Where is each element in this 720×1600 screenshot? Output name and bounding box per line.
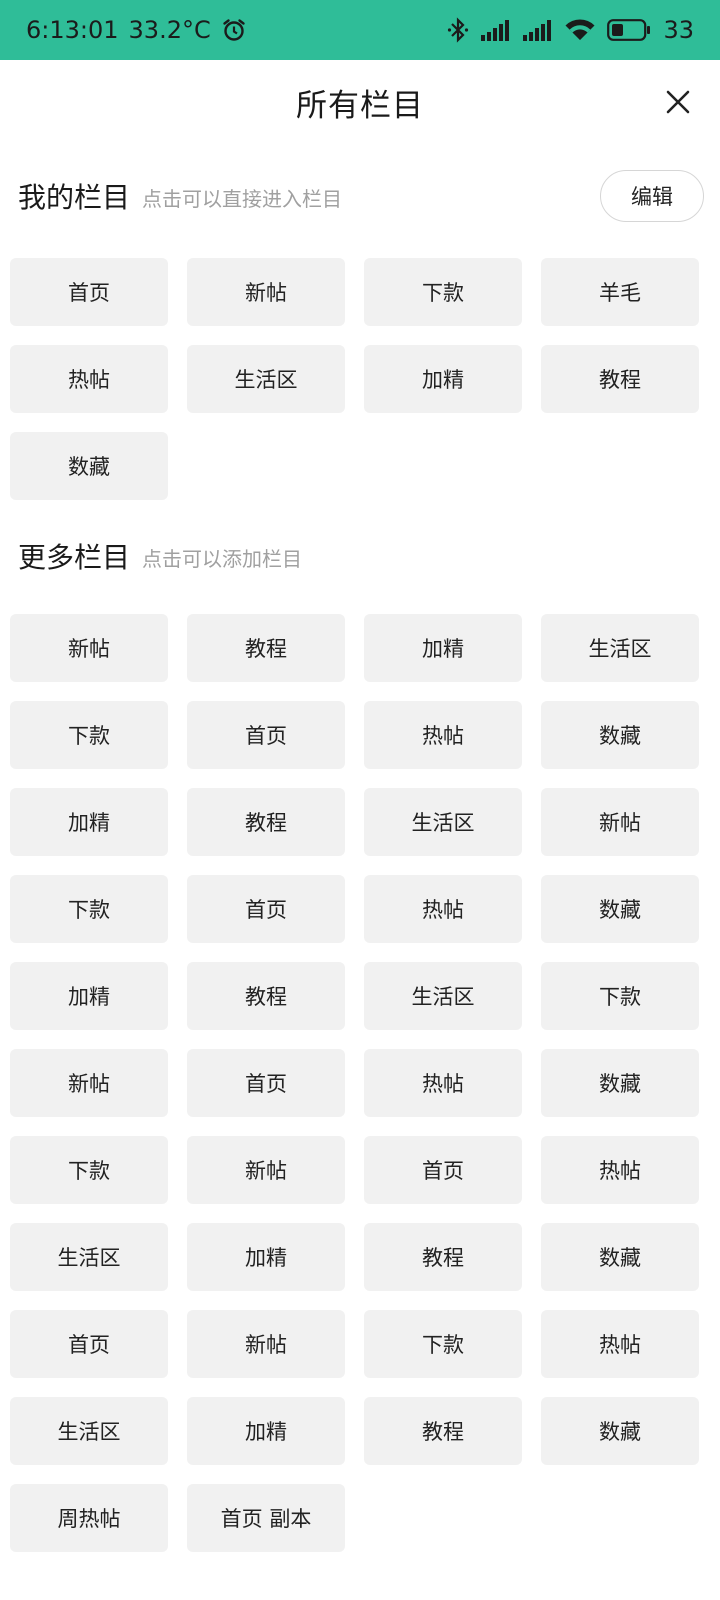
- more-channel-tile[interactable]: 下款: [10, 701, 168, 769]
- my-channel-tile[interactable]: 新帖: [187, 258, 345, 326]
- more-channel-tile[interactable]: 教程: [187, 962, 345, 1030]
- status-left: 6:13:01 33.2°C: [26, 16, 247, 44]
- my-channel-tile[interactable]: 下款: [364, 258, 522, 326]
- more-channel-tile[interactable]: 热帖: [364, 701, 522, 769]
- my-channel-tile[interactable]: 首页: [10, 258, 168, 326]
- status-bar: 6:13:01 33.2°C 33: [0, 0, 720, 60]
- my-channel-grid: 首页 新帖 下款 羊毛热帖 生活区 加精 教程数藏: [0, 258, 720, 500]
- close-button[interactable]: [654, 78, 702, 126]
- more-channel-tile[interactable]: 数藏: [541, 1223, 699, 1291]
- battery-icon: [607, 19, 651, 41]
- more-channel-tile[interactable]: 加精: [364, 614, 522, 682]
- more-channel-tile[interactable]: 生活区: [364, 788, 522, 856]
- more-channel-tile[interactable]: 首页: [187, 701, 345, 769]
- my-channel-tile[interactable]: 教程: [541, 345, 699, 413]
- wifi-icon: [565, 18, 595, 42]
- status-right: 33: [447, 16, 694, 44]
- more-channel-tile[interactable]: 数藏: [541, 701, 699, 769]
- my-channel-tile[interactable]: 羊毛: [541, 258, 699, 326]
- page-header: 所有栏目: [0, 60, 720, 144]
- more-channel-tile[interactable]: 新帖: [10, 614, 168, 682]
- more-channel-tile[interactable]: 热帖: [364, 1049, 522, 1117]
- my-channel-tile[interactable]: 生活区: [187, 345, 345, 413]
- more-channel-tile[interactable]: 教程: [187, 788, 345, 856]
- more-channel-tile[interactable]: 生活区: [541, 614, 699, 682]
- more-channel-tile[interactable]: 热帖: [541, 1310, 699, 1378]
- more-channel-tile[interactable]: 教程: [364, 1223, 522, 1291]
- alarm-icon: [221, 17, 247, 43]
- more-section-title: 更多栏目: [18, 541, 131, 574]
- edit-button[interactable]: 编辑: [600, 170, 704, 222]
- bluetooth-icon: [447, 17, 469, 43]
- more-channel-tile[interactable]: 首页: [364, 1136, 522, 1204]
- more-channel-tile[interactable]: 首页: [187, 875, 345, 943]
- battery-level: 33: [663, 16, 694, 44]
- more-channel-tile[interactable]: 生活区: [10, 1223, 168, 1291]
- close-icon: [666, 90, 690, 114]
- more-channel-tile[interactable]: 周热帖: [10, 1484, 168, 1552]
- more-channel-tile[interactable]: 下款: [541, 962, 699, 1030]
- signal-icon: [481, 19, 511, 41]
- status-temperature: 33.2°C: [128, 16, 211, 44]
- more-channel-tile[interactable]: 热帖: [541, 1136, 699, 1204]
- more-channel-tile[interactable]: 首页: [10, 1310, 168, 1378]
- page-title: 所有栏目: [296, 87, 424, 124]
- more-channel-tile[interactable]: 新帖: [187, 1310, 345, 1378]
- more-section-hint: 点击可以添加栏目: [142, 546, 303, 571]
- more-section-header: 更多栏目 点击可以添加栏目: [0, 526, 720, 586]
- my-channel-tile[interactable]: 数藏: [10, 432, 168, 500]
- my-channel-tile[interactable]: 加精: [364, 345, 522, 413]
- more-channel-tile[interactable]: 首页 副本: [187, 1484, 345, 1552]
- my-section-title: 我的栏目: [18, 181, 131, 214]
- my-section-header: 我的栏目 点击可以直接进入栏目 编辑: [0, 166, 720, 226]
- more-channel-tile[interactable]: 热帖: [364, 875, 522, 943]
- my-section-hint: 点击可以直接进入栏目: [142, 186, 343, 211]
- more-channel-tile[interactable]: 数藏: [541, 1049, 699, 1117]
- more-channel-grid: 新帖 教程 加精 生活区 下款 首页 热帖 数藏 加精 教程 生活区 新帖 下款 首页 热帖 数藏 加精 教程 生活…: [0, 614, 720, 1552]
- more-channel-tile[interactable]: 新帖: [10, 1049, 168, 1117]
- more-channel-tile[interactable]: 下款: [364, 1310, 522, 1378]
- more-channel-tile[interactable]: 加精: [187, 1223, 345, 1291]
- more-channel-tile[interactable]: 加精: [187, 1397, 345, 1465]
- status-time: 6:13:01: [26, 16, 119, 44]
- more-channel-tile[interactable]: 加精: [10, 962, 168, 1030]
- more-channel-tile[interactable]: 下款: [10, 1136, 168, 1204]
- more-channel-tile[interactable]: 下款: [10, 875, 168, 943]
- more-channel-tile[interactable]: 数藏: [541, 1397, 699, 1465]
- more-channel-tile[interactable]: 生活区: [10, 1397, 168, 1465]
- more-channel-tile[interactable]: 数藏: [541, 875, 699, 943]
- more-channel-tile[interactable]: 首页: [187, 1049, 345, 1117]
- more-channel-tile[interactable]: 生活区: [364, 962, 522, 1030]
- more-channel-tile[interactable]: 新帖: [187, 1136, 345, 1204]
- more-channel-tile[interactable]: 教程: [187, 614, 345, 682]
- more-channel-tile[interactable]: 加精: [10, 788, 168, 856]
- more-channel-tile[interactable]: 教程: [364, 1397, 522, 1465]
- my-channel-tile[interactable]: 热帖: [10, 345, 168, 413]
- more-channel-tile[interactable]: 新帖: [541, 788, 699, 856]
- signal-icon: [523, 19, 553, 41]
